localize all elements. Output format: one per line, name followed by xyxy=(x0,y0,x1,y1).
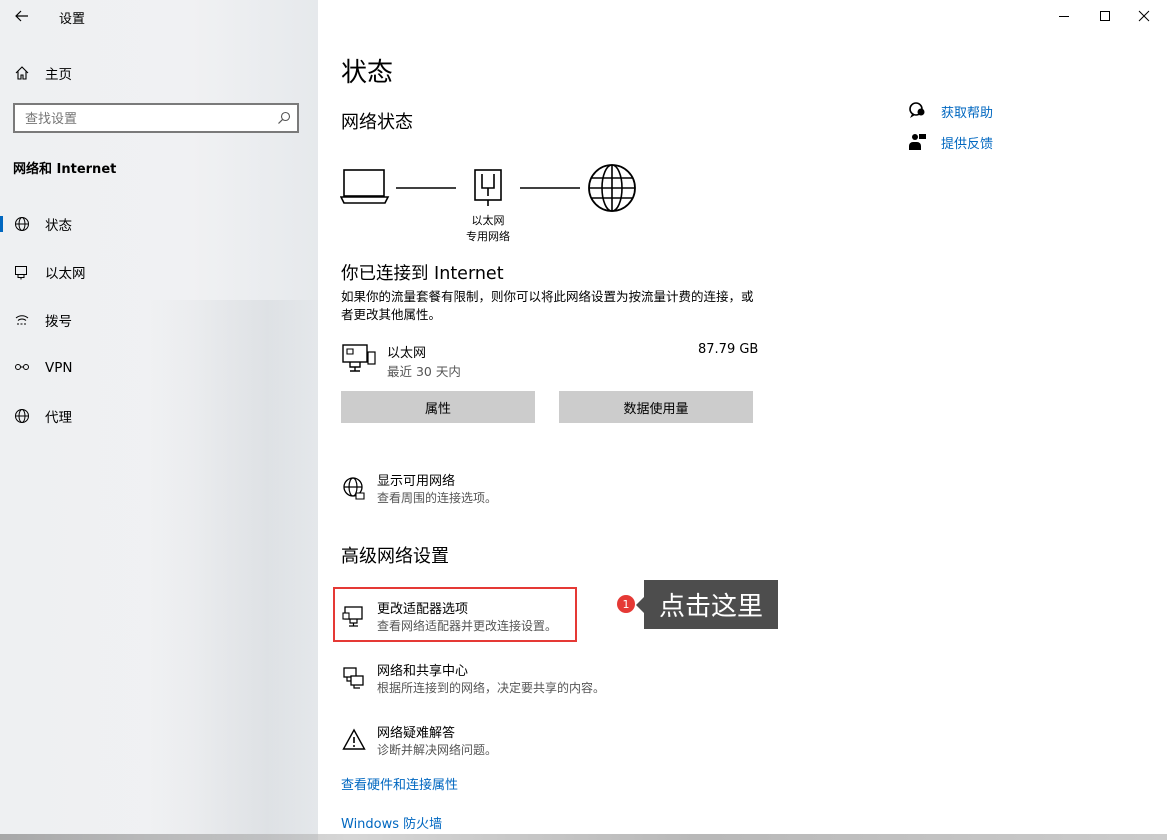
network-diagram-graphic xyxy=(339,164,636,212)
search-box[interactable] xyxy=(13,103,299,133)
properties-button[interactable]: 属性 xyxy=(341,391,535,423)
sidebar-item-ethernet[interactable]: 以太网 xyxy=(0,252,318,292)
option-subtitle: 根据所连接到的网络，决定要共享的内容。 xyxy=(377,681,606,695)
help-chat-icon xyxy=(908,102,928,120)
feedback-person-icon xyxy=(908,133,928,151)
globe-status-icon xyxy=(13,215,31,233)
sidebar-item-label: 代理 xyxy=(45,410,72,426)
diagram-network-type-label: 专用网络 xyxy=(466,230,510,243)
window-title: 设置 xyxy=(59,12,86,27)
network-diagram: 以太网 专用网络 xyxy=(339,160,640,243)
windows-firewall-link[interactable]: Windows 防火墙 xyxy=(341,813,442,832)
connection-status-title: 你已连接到 Internet xyxy=(341,264,504,284)
get-help-label: 获取帮助 xyxy=(941,106,994,121)
internet-globe-icon xyxy=(588,164,636,212)
ethernet-adapter-icon xyxy=(342,344,376,376)
adapter-name: 以太网 xyxy=(387,346,427,361)
ethernet-icon xyxy=(13,263,31,281)
sidebar-item-home[interactable]: 主页 xyxy=(0,53,318,93)
show-available-networks[interactable]: 显示可用网络 查看周围的连接选项。 xyxy=(340,470,760,514)
sidebar-section-title: 网络和 Internet xyxy=(13,162,117,177)
option-subtitle: 诊断并解决网络问题。 xyxy=(377,743,498,757)
network-sharing-center[interactable]: 网络和共享中心 根据所连接到的网络，决定要共享的内容。 xyxy=(340,660,760,704)
sidebar-home-label: 主页 xyxy=(45,67,72,83)
page-title: 状态 xyxy=(341,58,394,88)
back-button[interactable] xyxy=(8,4,36,28)
hardware-properties-link[interactable]: 查看硬件和连接属性 xyxy=(341,774,458,793)
highlight-box xyxy=(333,587,577,642)
sidebar-item-label: 以太网 xyxy=(45,266,86,282)
option-subtitle: 查看周围的连接选项。 xyxy=(377,491,498,505)
sidebar-item-vpn[interactable]: VPN xyxy=(0,348,318,388)
connection-description: 如果你的流量套餐有限制，则你可以将此网络设置为按流量计费的连接，或者更改其他属性… xyxy=(341,289,754,322)
laptop-icon xyxy=(339,169,390,204)
sidebar-item-proxy[interactable]: 代理 xyxy=(0,396,318,436)
main-content: 状态 网络状态 以太网 专用网络 你已连接到 Internet 如果你的流量套餐… xyxy=(318,0,1167,840)
search-input[interactable] xyxy=(23,108,267,130)
sidebar-item-label: 状态 xyxy=(45,218,72,234)
diagram-ethernet-label: 以太网 xyxy=(471,214,505,227)
taskbar-edge xyxy=(0,834,1167,840)
advanced-settings-title: 高级网络设置 xyxy=(341,546,449,567)
sidebar: 设置 主页 网络和 Internet 状态 以太网 拨号 xyxy=(0,0,318,840)
annotation-callout: 点击这里 xyxy=(636,580,778,629)
warning-icon xyxy=(342,728,366,752)
ethernet-port-icon xyxy=(474,169,502,206)
option-title: 网络和共享中心 xyxy=(377,664,469,679)
adapter-usage: 87.79 GB xyxy=(698,342,759,357)
dialup-icon xyxy=(13,311,31,329)
give-feedback-label: 提供反馈 xyxy=(941,137,994,152)
data-usage-button[interactable]: 数据使用量 xyxy=(559,391,753,423)
network-troubleshooter[interactable]: 网络疑难解答 诊断并解决网络问题。 xyxy=(340,722,760,766)
titlebar: 设置 xyxy=(0,0,318,32)
active-indicator xyxy=(0,216,3,232)
search-icon xyxy=(277,110,291,129)
annotation-step-number: 1 xyxy=(617,595,635,613)
sidebar-item-dialup[interactable]: 拨号 xyxy=(0,300,318,340)
option-title: 网络疑难解答 xyxy=(377,726,456,741)
sidebar-item-status[interactable]: 状态 xyxy=(0,204,318,244)
globe-icon xyxy=(13,407,31,425)
sharing-center-icon xyxy=(342,666,366,690)
adapter-period: 最近 30 天内 xyxy=(387,364,461,379)
globe-network-icon xyxy=(342,476,366,500)
back-arrow-icon xyxy=(15,10,28,22)
option-title: 显示可用网络 xyxy=(377,474,456,489)
vpn-icon xyxy=(13,359,31,377)
network-status-title: 网络状态 xyxy=(341,112,413,133)
sidebar-item-label: VPN xyxy=(45,360,73,376)
sidebar-item-label: 拨号 xyxy=(45,314,72,330)
home-icon xyxy=(13,64,31,82)
